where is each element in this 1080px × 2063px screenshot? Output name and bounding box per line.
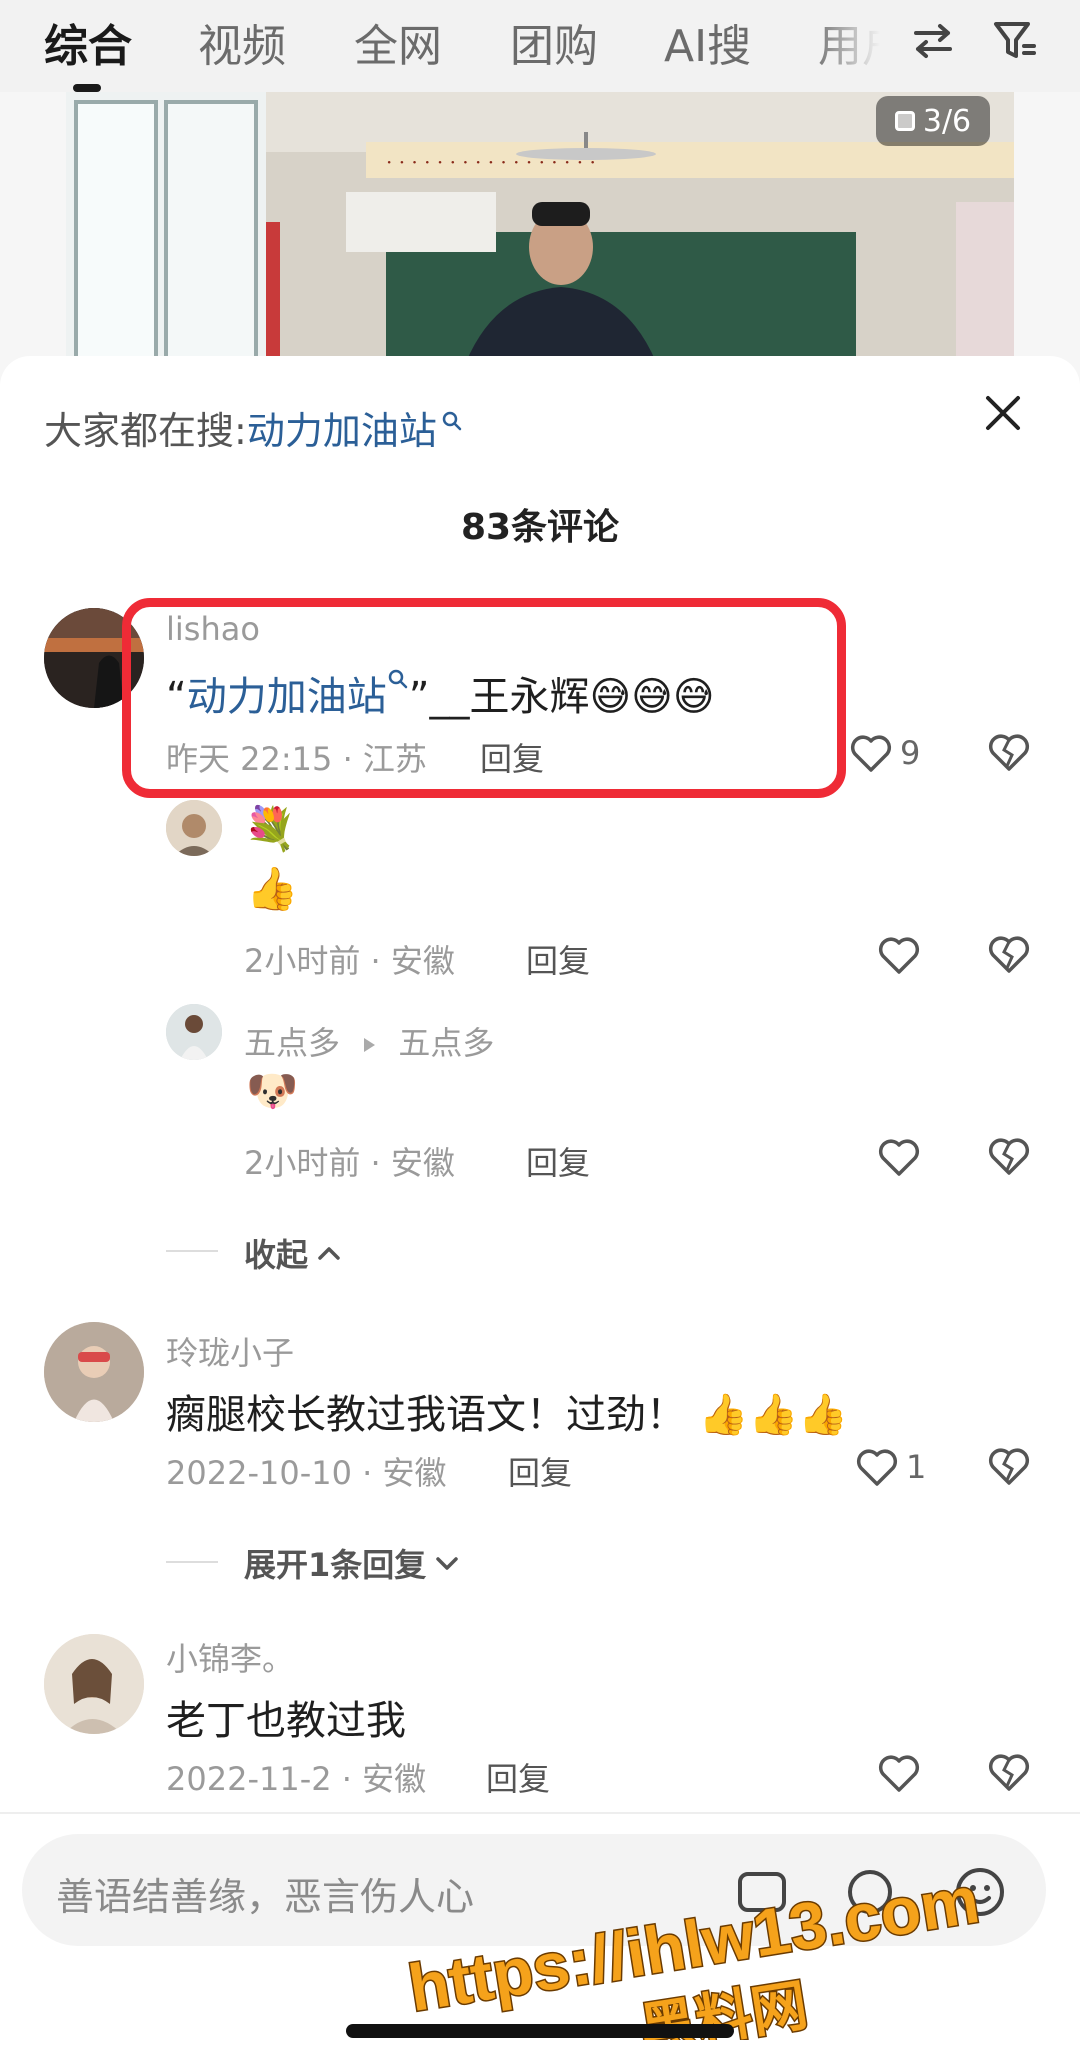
search-suggestion-keyword[interactable]: 动力加油站 bbox=[247, 400, 437, 455]
chevron-down-icon bbox=[436, 1557, 459, 1570]
tab-ai-search[interactable]: AI搜 bbox=[664, 10, 751, 74]
heart-icon[interactable] bbox=[854, 1444, 900, 1488]
gallery-icon bbox=[894, 111, 915, 131]
broken-heart-icon[interactable] bbox=[986, 1748, 1032, 1794]
bottom-divider bbox=[0, 1812, 1080, 1814]
heart-icon[interactable] bbox=[876, 1134, 922, 1178]
comment-meta: 2小时前 · 安徽 bbox=[244, 1144, 455, 1182]
tab-video[interactable]: 视频 bbox=[198, 10, 286, 74]
collapse-replies-button[interactable]: 收起 bbox=[244, 1230, 342, 1276]
comment-username[interactable]: 五点多 bbox=[244, 1024, 340, 1062]
heart-icon[interactable] bbox=[848, 730, 894, 774]
like-count: 9 bbox=[900, 734, 921, 772]
avatar[interactable] bbox=[166, 1004, 222, 1060]
comment-text: 老丁也教过我 bbox=[166, 1698, 406, 1744]
home-indicator bbox=[346, 2024, 734, 2038]
comment-meta: 2022-11-2 · 安徽 bbox=[166, 1760, 427, 1798]
reply-button[interactable]: 回复 bbox=[508, 1448, 572, 1494]
reply-button[interactable]: 回复 bbox=[526, 1138, 590, 1184]
reply-arrow-icon bbox=[364, 1038, 376, 1052]
tab-web[interactable]: 全网 bbox=[354, 10, 442, 74]
tab-groupbuy[interactable]: 团购 bbox=[510, 10, 598, 74]
avatar[interactable] bbox=[166, 800, 222, 856]
page-indicator: 3/6 bbox=[876, 96, 990, 146]
avatar[interactable] bbox=[44, 1634, 144, 1734]
filter-icon[interactable] bbox=[990, 16, 1040, 66]
comment-text-body: 瘸腿校长教过我语文！过劲！ bbox=[166, 1392, 686, 1438]
comment-meta: 2小时前 · 安徽 bbox=[244, 942, 455, 980]
classroom-photo: · · · · · · · · · · · · · · · · · bbox=[66, 92, 1014, 362]
top-nav: 综合 视频 全网 团购 AI搜 用户 bbox=[0, 0, 1080, 92]
comment-text: 瘸腿校长教过我语文！过劲！ 👍👍👍 bbox=[166, 1382, 848, 1440]
reply-header: 五点多 五点多 bbox=[244, 1018, 494, 1064]
expand-replies-button[interactable]: 展开1条回复 bbox=[244, 1540, 460, 1586]
avatar-image bbox=[44, 1634, 144, 1734]
thumbs-up-emoji: 👍 bbox=[246, 864, 299, 913]
search-icon bbox=[442, 411, 462, 430]
search-suggestion[interactable]: 大家都在搜: 动力加油站 bbox=[44, 400, 463, 455]
toggle-line bbox=[166, 1561, 218, 1563]
reply-button[interactable]: 回复 bbox=[526, 936, 590, 982]
search-suggestion-prefix: 大家都在搜: bbox=[44, 409, 247, 453]
swap-icon[interactable] bbox=[908, 16, 958, 66]
avatar-image bbox=[166, 800, 222, 856]
page-indicator-text: 3/6 bbox=[922, 103, 972, 139]
broken-heart-icon[interactable] bbox=[986, 1132, 1032, 1178]
highlight-box bbox=[122, 598, 846, 798]
reply-target-username[interactable]: 五点多 bbox=[398, 1024, 494, 1062]
close-icon[interactable] bbox=[978, 388, 1028, 438]
broken-heart-icon[interactable] bbox=[986, 728, 1032, 774]
avatar-image bbox=[44, 1322, 144, 1422]
thumbs-up-emoji: 👍👍👍 bbox=[698, 1392, 849, 1438]
dog-emoji: 🐶 bbox=[246, 1066, 299, 1115]
collapse-label: 收起 bbox=[244, 1236, 309, 1274]
comment-count: 83条评论 bbox=[460, 507, 620, 548]
chevron-up-icon bbox=[318, 1247, 340, 1260]
broken-heart-icon[interactable] bbox=[986, 930, 1032, 976]
heart-icon[interactable] bbox=[876, 932, 922, 976]
comment-username[interactable]: 小锦李。 bbox=[166, 1634, 294, 1680]
toggle-line bbox=[166, 1250, 218, 1252]
avatar-image bbox=[166, 1004, 222, 1060]
reply-button[interactable]: 回复 bbox=[486, 1754, 550, 1800]
bouquet-emoji: 💐 bbox=[244, 804, 297, 853]
comment-username[interactable]: 玲珑小子 bbox=[166, 1328, 294, 1374]
tab-comprehensive[interactable]: 综合 bbox=[44, 10, 132, 74]
like-count: 1 bbox=[906, 1448, 927, 1486]
broken-heart-icon[interactable] bbox=[986, 1442, 1032, 1488]
heart-icon[interactable] bbox=[876, 1750, 922, 1794]
watermark: https://ihlw13.com 黑料网 bbox=[402, 1860, 985, 2040]
active-tab-indicator bbox=[73, 84, 101, 92]
avatar[interactable] bbox=[44, 1322, 144, 1422]
post-photo[interactable]: · · · · · · · · · · · · · · · · · bbox=[66, 92, 1014, 362]
nav-fade bbox=[810, 0, 910, 92]
expand-label: 展开1条回复 bbox=[244, 1546, 427, 1584]
comment-meta: 2022-10-10 · 安徽 bbox=[166, 1454, 447, 1492]
